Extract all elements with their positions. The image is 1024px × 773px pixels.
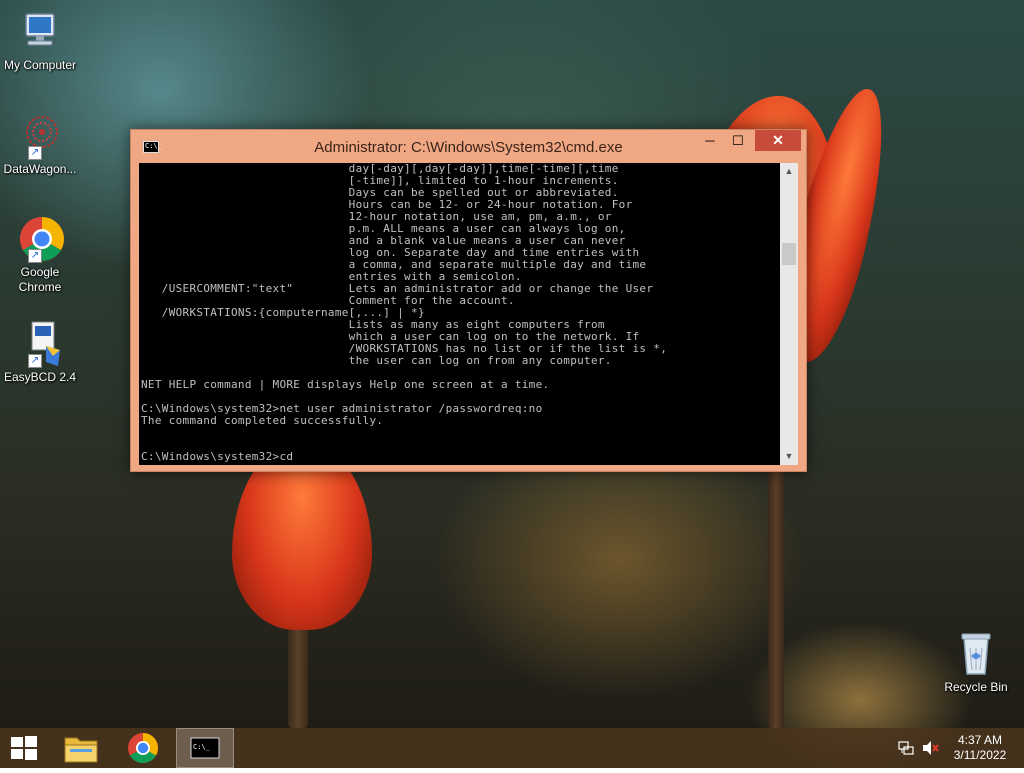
datawagon-icon: ↗ xyxy=(16,112,64,160)
wallpaper-stem xyxy=(768,470,784,728)
console-line: NET HELP command | MORE displays Help on… xyxy=(141,378,550,391)
console-line: C:\Windows\system32>cd xyxy=(141,450,294,463)
desktop-icon-label: Google Chrome xyxy=(18,265,62,294)
desktop-icon-google-chrome[interactable]: ↗ Google Chrome xyxy=(0,215,80,295)
desktop-icon-label: DataWagon... xyxy=(3,162,77,176)
shortcut-arrow-icon: ↗ xyxy=(28,354,42,368)
folder-icon xyxy=(64,737,98,763)
console-line: the user can log on from any computer. xyxy=(141,354,612,367)
clock-date: 3/11/2022 xyxy=(953,748,1007,762)
taskbar-clock[interactable]: 4:37 AM 3/11/2022 xyxy=(944,733,1016,763)
taskbar-file-explorer[interactable] xyxy=(58,728,104,768)
network-icon[interactable] xyxy=(896,728,916,768)
desktop-icon-datawagon[interactable]: ↗ DataWagon... xyxy=(0,112,80,177)
svg-text:C:\_: C:\_ xyxy=(193,743,211,751)
start-button[interactable] xyxy=(0,728,48,768)
vertical-scrollbar[interactable]: ▲ ▼ xyxy=(780,163,798,465)
computer-icon xyxy=(16,8,64,56)
close-button[interactable]: ✕ xyxy=(755,130,801,151)
desktop-icon-recycle-bin[interactable]: Recycle Bin xyxy=(936,630,1016,695)
desktop-icon-label: My Computer xyxy=(3,58,77,72)
cmd-window[interactable]: C:\_ Administrator: C:\Windows\System32\… xyxy=(130,129,807,472)
volume-muted-icon[interactable] xyxy=(920,728,940,768)
chrome-icon xyxy=(128,733,159,764)
console-output[interactable]: day[-day][,day[-day]],time[-time][,time … xyxy=(139,163,780,465)
desktop-icon-my-computer[interactable]: My Computer xyxy=(0,8,80,73)
recycle-bin-icon xyxy=(952,630,1000,678)
windows-logo-icon xyxy=(11,736,37,760)
taskbar-chrome[interactable] xyxy=(120,728,166,768)
scroll-down-arrow-icon[interactable]: ▼ xyxy=(780,448,798,465)
chrome-icon: ↗ xyxy=(16,215,64,263)
desktop-icon-easybcd[interactable]: ↗ EasyBCD 2.4 xyxy=(0,320,80,385)
console-text: day[-day][,day[-day]],time[-time][,time … xyxy=(139,163,780,463)
shortcut-arrow-icon: ↗ xyxy=(28,249,42,263)
console-line: The command completed successfully. xyxy=(141,414,384,427)
taskbar-cmd[interactable]: C:\_ xyxy=(176,728,234,768)
scroll-thumb[interactable] xyxy=(782,243,796,265)
easybcd-icon: ↗ xyxy=(16,320,64,368)
scroll-up-arrow-icon[interactable]: ▲ xyxy=(780,163,798,180)
clock-time: 4:37 AM xyxy=(957,733,1003,747)
desktop-icon-label: Recycle Bin xyxy=(944,680,1008,694)
desktop-icon-label: EasyBCD 2.4 xyxy=(3,370,77,384)
window-titlebar[interactable]: C:\_ Administrator: C:\Windows\System32\… xyxy=(131,130,806,163)
shortcut-arrow-icon: ↗ xyxy=(28,146,42,160)
taskbar: C:\_ 4:37 AM 3/11/2022 xyxy=(0,728,1024,768)
cmd-icon: C:\_ xyxy=(190,737,220,759)
minimize-button[interactable]: ─ xyxy=(697,130,723,151)
maximize-button[interactable]: ☐ xyxy=(725,130,751,151)
